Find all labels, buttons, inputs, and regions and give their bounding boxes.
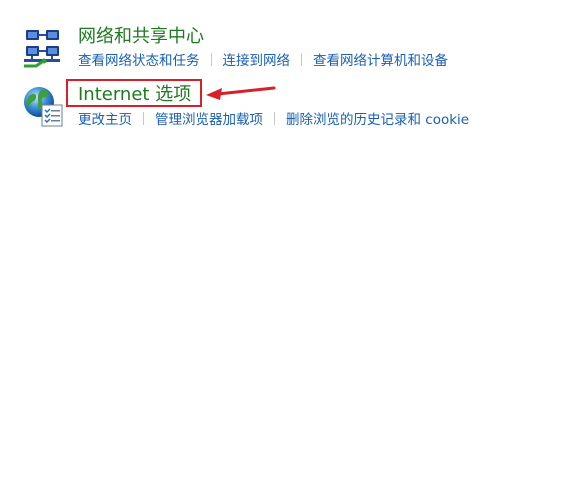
control-panel-content: 网络和共享中心 查看网络状态和任务 连接到网络 查看网络计算机和设备 Inter… bbox=[0, 0, 581, 496]
internet-options-icon[interactable] bbox=[22, 84, 66, 128]
link-change-homepage[interactable]: 更改主页 bbox=[78, 112, 132, 128]
highlight-box bbox=[66, 79, 202, 107]
link-manage-addons[interactable]: 管理浏览器加载项 bbox=[155, 112, 263, 128]
red-arrow-icon bbox=[206, 86, 276, 100]
link-separator bbox=[143, 112, 144, 125]
link-separator bbox=[274, 112, 275, 125]
internet-options-links: 更改主页 管理浏览器加载项 删除浏览的历史记录和 cookie bbox=[78, 111, 469, 129]
category-internet-options: Internet 选项 更改主页 管理浏览器加载项 删除浏览的历史记录和 cooki… bbox=[0, 0, 581, 140]
link-delete-browsing-history[interactable]: 删除浏览的历史记录和 cookie bbox=[286, 112, 469, 128]
